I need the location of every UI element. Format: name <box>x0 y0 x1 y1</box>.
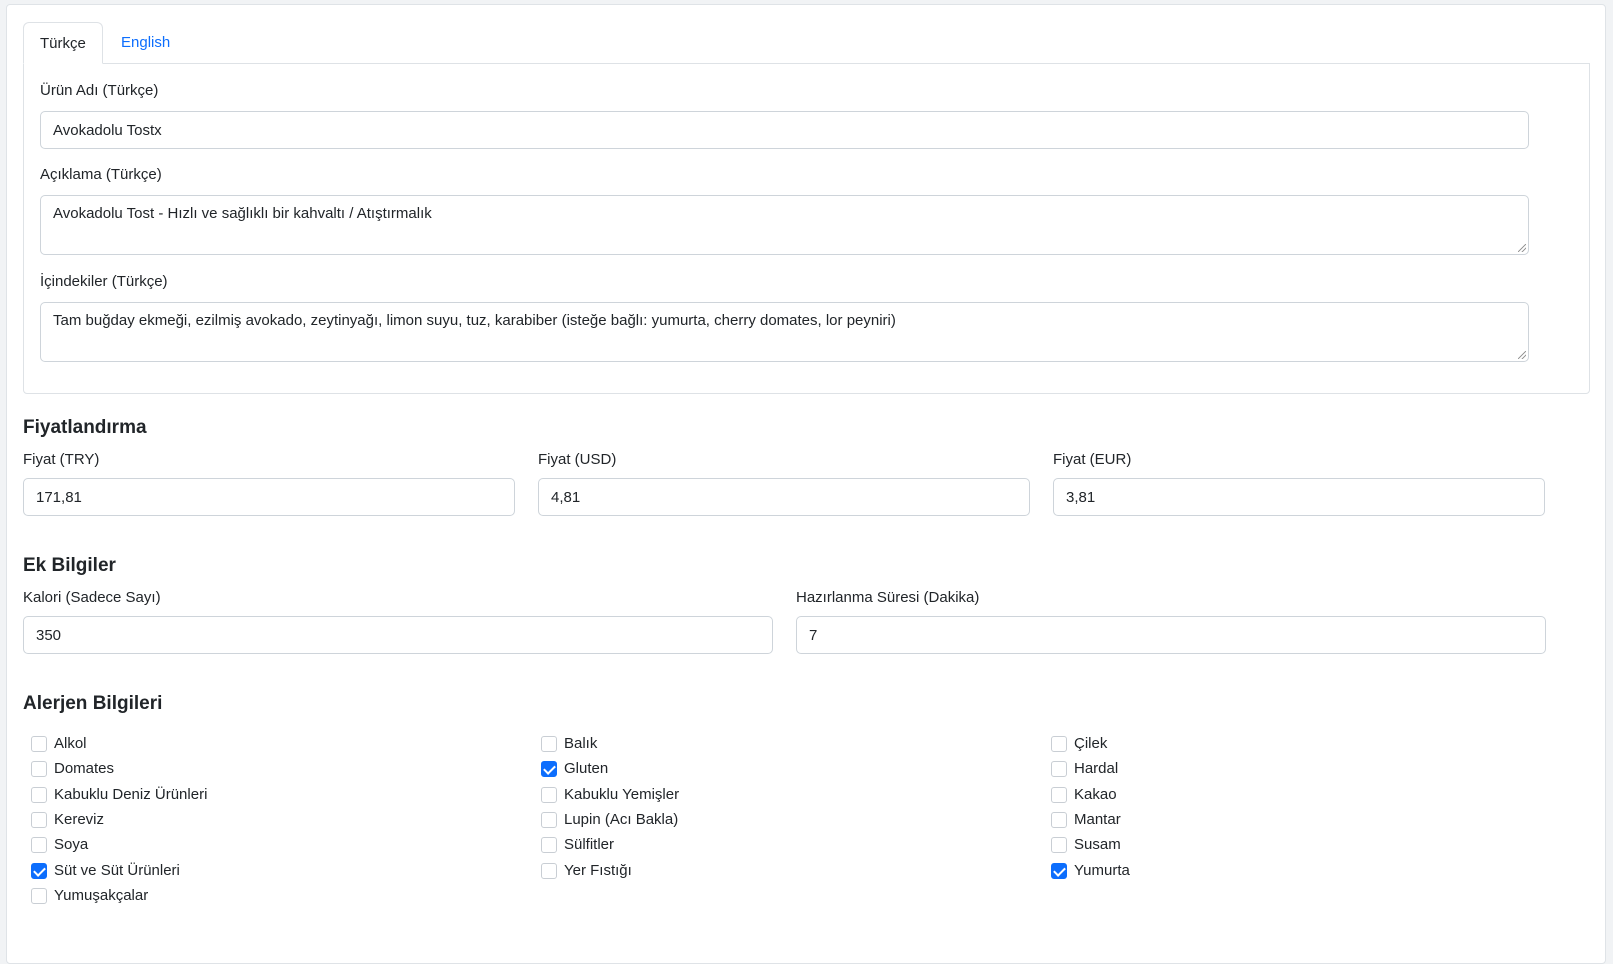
allergen-checkbox[interactable] <box>1051 736 1067 752</box>
ingredients-text: Tam buğday ekmeği, ezilmiş avokado, zeyt… <box>53 312 896 329</box>
description-textarea[interactable]: Avokadolu Tost - Hızlı ve sağlıklı bir k… <box>40 195 1529 255</box>
allergen-checkbox[interactable] <box>1051 837 1067 854</box>
tab-english[interactable]: English <box>105 22 186 64</box>
price-usd-input[interactable] <box>538 478 1030 516</box>
resize-grip-icon[interactable] <box>1518 351 1526 359</box>
price-try-input[interactable] <box>23 478 515 516</box>
ingredients-label: İçindekiler (Türkçe) <box>40 273 168 290</box>
prep-time-label: Hazırlanma Süresi (Dakika) <box>796 589 980 606</box>
name-label: Ürün Adı (Türkçe) <box>40 82 159 99</box>
allergen-checkbox[interactable] <box>31 761 47 778</box>
allergen-checkbox[interactable] <box>1051 786 1067 803</box>
allergen-label[interactable]: Çilek <box>1074 735 1107 752</box>
allergen-label[interactable]: Soya <box>54 836 88 853</box>
allergen-checkbox[interactable] <box>1051 862 1067 879</box>
allergen-label[interactable]: Gluten <box>564 760 608 777</box>
allergen-label[interactable]: Sülfitler <box>564 836 614 853</box>
product-form-card: Türkçe English Ürün Adı (Türkçe) Açıklam… <box>6 4 1606 964</box>
allergen-label[interactable]: Domates <box>54 760 114 777</box>
name-input[interactable] <box>40 111 1529 149</box>
allergen-checkbox[interactable] <box>31 736 47 752</box>
allergen-checkbox[interactable] <box>541 761 557 778</box>
allergen-checkbox[interactable] <box>541 862 557 879</box>
price-usd-label: Fiyat (USD) <box>538 451 617 468</box>
language-tabs: Türkçe English <box>23 22 1590 64</box>
ingredients-textarea[interactable]: Tam buğday ekmeği, ezilmiş avokado, zeyt… <box>40 302 1529 362</box>
allergen-label[interactable]: Alkol <box>54 735 87 752</box>
price-try-label: Fiyat (TRY) <box>23 451 100 468</box>
price-eur-label: Fiyat (EUR) <box>1053 451 1132 468</box>
allergen-label[interactable]: Kabuklu Yemişler <box>564 786 679 803</box>
allergen-label[interactable]: Kakao <box>1074 786 1117 803</box>
allergen-checkbox[interactable] <box>1051 811 1067 828</box>
allergen-label[interactable]: Susam <box>1074 836 1121 853</box>
allergen-checkbox[interactable] <box>541 811 557 828</box>
allergen-checkbox[interactable] <box>31 786 47 803</box>
resize-grip-icon[interactable] <box>1518 244 1526 252</box>
calorie-input[interactable] <box>23 616 773 654</box>
allergen-label[interactable]: Yumuşakçalar <box>54 887 148 904</box>
allergen-checkbox[interactable] <box>541 736 557 752</box>
allergen-label[interactable]: Kereviz <box>54 811 104 828</box>
allergen-checkbox[interactable] <box>31 862 47 879</box>
allergen-checkbox[interactable] <box>31 837 47 854</box>
description-text: Avokadolu Tost - Hızlı ve sağlıklı bir k… <box>53 205 432 222</box>
allergen-checkbox[interactable] <box>541 786 557 803</box>
calorie-label: Kalori (Sadece Sayı) <box>23 589 161 606</box>
allergen-label[interactable]: Balık <box>564 735 597 752</box>
allergen-label[interactable]: Lupin (Acı Bakla) <box>564 811 678 828</box>
prep-time-input[interactable] <box>796 616 1546 654</box>
allergen-checkbox[interactable] <box>1051 761 1067 778</box>
turkish-tab-pane: Ürün Adı (Türkçe) Açıklama (Türkçe) Avok… <box>23 63 1590 394</box>
allergen-label[interactable]: Mantar <box>1074 811 1121 828</box>
price-eur-input[interactable] <box>1053 478 1545 516</box>
allergen-checkbox[interactable] <box>541 837 557 854</box>
allergens-title: Alerjen Bilgileri <box>23 693 163 714</box>
tab-turkish[interactable]: Türkçe <box>23 22 103 64</box>
allergen-checkbox[interactable] <box>31 811 47 828</box>
allergen-checkbox[interactable] <box>31 887 47 904</box>
description-label: Açıklama (Türkçe) <box>40 166 162 183</box>
allergen-label[interactable]: Hardal <box>1074 760 1118 777</box>
allergen-label[interactable]: Süt ve Süt Ürünleri <box>54 862 180 879</box>
allergen-label[interactable]: Yer Fıstığı <box>564 862 632 879</box>
pricing-title: Fiyatlandırma <box>23 417 147 438</box>
allergen-label[interactable]: Yumurta <box>1074 862 1130 879</box>
extra-info-title: Ek Bilgiler <box>23 555 116 576</box>
allergen-label[interactable]: Kabuklu Deniz Ürünleri <box>54 786 207 803</box>
